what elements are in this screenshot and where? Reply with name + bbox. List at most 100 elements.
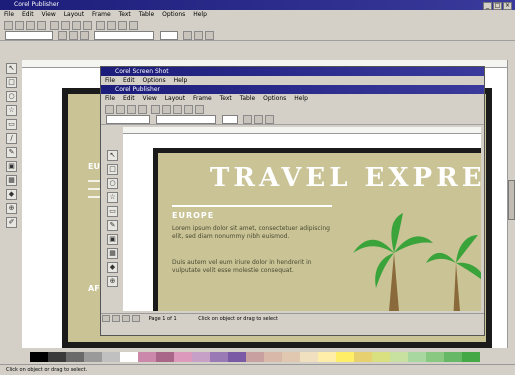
palette-swatch[interactable] (192, 352, 210, 362)
palette-swatch[interactable] (426, 352, 444, 362)
doc-paste-icon[interactable] (172, 105, 182, 114)
doc-pen-tool-icon[interactable]: ✎ (107, 220, 118, 231)
doc-menu-text[interactable]: Text (220, 95, 232, 102)
palette-swatch[interactable] (390, 352, 408, 362)
doc-undo-icon[interactable] (183, 105, 193, 114)
line-tool-icon[interactable]: / (6, 133, 17, 144)
doc-menu-view[interactable]: View (143, 95, 157, 102)
polygon-tool-icon[interactable]: ☆ (6, 105, 17, 116)
menu-frame[interactable]: Frame (92, 11, 111, 18)
palette-swatch[interactable] (318, 352, 336, 362)
doc-menu-layout[interactable]: Layout (165, 95, 185, 102)
paste-icon[interactable] (71, 21, 81, 30)
menu-edit[interactable]: Edit (22, 11, 34, 18)
doc-menu-file[interactable]: File (105, 95, 115, 102)
doc-menu-edit[interactable]: Edit (123, 95, 135, 102)
palette-swatch[interactable] (246, 352, 264, 362)
doc-save-icon[interactable] (127, 105, 136, 114)
undo-icon[interactable] (82, 21, 92, 30)
doc-frame-tool-icon[interactable]: ▭ (107, 206, 118, 217)
image-tool-icon[interactable]: ▣ (6, 161, 17, 172)
new-icon[interactable] (4, 21, 13, 30)
doc-ellipse-tool-icon[interactable]: ○ (107, 178, 118, 189)
menu-view[interactable]: View (42, 11, 56, 18)
zoom-icon[interactable] (117, 21, 127, 30)
palette-swatch[interactable] (102, 352, 120, 362)
minimize-button[interactable]: _ (483, 2, 492, 10)
palette-swatch[interactable] (228, 352, 246, 362)
underline-icon[interactable] (79, 31, 89, 40)
outline-tool-icon[interactable]: ✐ (6, 217, 17, 228)
table-icon[interactable] (106, 21, 116, 30)
doc-bold-icon[interactable] (242, 115, 252, 124)
palette-swatch[interactable] (462, 352, 480, 362)
doc-style-combo[interactable] (106, 115, 150, 124)
palette-swatch[interactable] (120, 352, 138, 362)
doc-rectangle-tool-icon[interactable]: □ (107, 164, 118, 175)
doc-image-tool-icon[interactable]: ▣ (107, 234, 118, 245)
page-prev-icon[interactable] (112, 315, 120, 322)
maximize-button[interactable]: □ (493, 2, 502, 10)
palette-swatch[interactable] (300, 352, 318, 362)
doc-zoom-tool-icon[interactable]: ⊕ (107, 276, 118, 287)
menu-text[interactable]: Text (119, 11, 131, 18)
doc-fill-tool-icon[interactable]: ◆ (107, 262, 118, 273)
doc-font-combo[interactable] (155, 115, 216, 124)
italic-icon[interactable] (68, 31, 78, 40)
palette-swatch[interactable] (264, 352, 282, 362)
style-combo[interactable] (5, 31, 53, 40)
doc-pick-tool-icon[interactable]: ↖ (107, 150, 118, 161)
ss-menu-options[interactable]: Options (143, 77, 166, 84)
palette-swatch[interactable] (336, 352, 354, 362)
page-first-icon[interactable] (102, 315, 110, 322)
palette-swatch[interactable] (372, 352, 390, 362)
menu-table[interactable]: Table (139, 11, 155, 18)
palette-swatch[interactable] (210, 352, 228, 362)
menu-layout[interactable]: Layout (64, 11, 84, 18)
palette-swatch[interactable] (48, 352, 66, 362)
main-vertical-scrollbar[interactable] (507, 60, 515, 348)
zoom-tool-icon[interactable]: ⊕ (6, 203, 17, 214)
menu-file[interactable]: File (4, 11, 14, 18)
ellipse-tool-icon[interactable]: ○ (6, 91, 17, 102)
palette-swatch[interactable] (444, 352, 462, 362)
table-tool-icon[interactable]: ▦ (6, 175, 17, 186)
doc-menu-table[interactable]: Table (240, 95, 256, 102)
rectangle-tool-icon[interactable]: □ (6, 77, 17, 88)
size-combo[interactable] (159, 31, 178, 40)
fill-tool-icon[interactable]: ◆ (6, 189, 17, 200)
palette-swatch[interactable] (174, 352, 192, 362)
save-icon[interactable] (26, 21, 35, 30)
doc-menu-frame[interactable]: Frame (193, 95, 212, 102)
print-icon[interactable] (37, 21, 46, 30)
open-icon[interactable] (15, 21, 24, 30)
copy-icon[interactable] (60, 21, 70, 30)
doc-cut-icon[interactable] (150, 105, 160, 114)
doc-open-icon[interactable] (116, 105, 125, 114)
palette-swatch[interactable] (138, 352, 156, 362)
align-center-icon[interactable] (193, 31, 203, 40)
doc-table-tool-icon[interactable]: ▦ (107, 248, 118, 259)
align-right-icon[interactable] (204, 31, 214, 40)
align-left-icon[interactable] (182, 31, 192, 40)
menu-options[interactable]: Options (162, 11, 185, 18)
palette-swatch[interactable] (156, 352, 174, 362)
doc-zoom-icon[interactable] (194, 105, 204, 114)
doc-print-icon[interactable] (138, 105, 147, 114)
palette-swatch[interactable] (354, 352, 372, 362)
ss-menu-help[interactable]: Help (174, 77, 188, 84)
font-combo[interactable] (93, 31, 154, 40)
pen-tool-icon[interactable]: ✎ (6, 147, 17, 158)
help-icon[interactable] (128, 21, 138, 30)
doc-new-icon[interactable] (105, 105, 114, 114)
frame-icon[interactable] (95, 21, 105, 30)
palette-swatch[interactable] (282, 352, 300, 362)
palette-swatch[interactable] (30, 352, 48, 362)
palette-swatch[interactable] (84, 352, 102, 362)
ss-menu-file[interactable]: File (105, 77, 115, 84)
page-last-icon[interactable] (132, 315, 140, 322)
frame-tool-icon[interactable]: ▭ (6, 119, 17, 130)
doc-copy-icon[interactable] (161, 105, 171, 114)
bold-icon[interactable] (57, 31, 67, 40)
doc-size-combo[interactable] (221, 115, 238, 124)
